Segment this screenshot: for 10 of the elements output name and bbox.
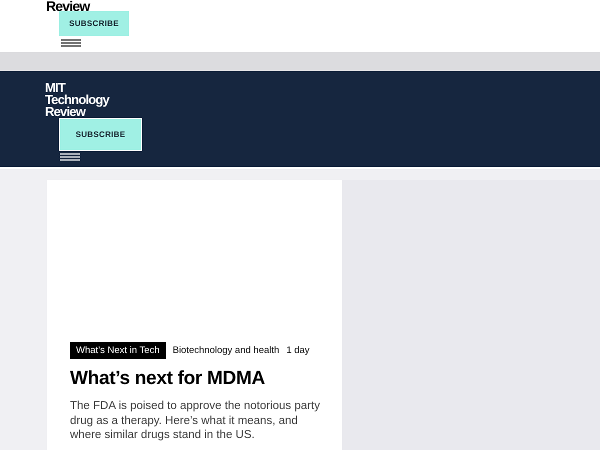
article-age: 1 day <box>286 345 310 356</box>
logo[interactable]: Review <box>46 0 90 13</box>
article-summary: The FDA is poised to approve the notorious party drug as a therapy. Here’s what it means, and where similar drugs stand in the US. <box>70 399 320 442</box>
logo[interactable]: MIT Technology Review <box>45 82 109 118</box>
subscribe-button[interactable]: SUBSCRIBE <box>59 118 142 151</box>
article-title[interactable]: What’s next for MDMA <box>70 368 342 390</box>
menu-icon[interactable] <box>61 39 81 47</box>
topic-link[interactable]: Biotechnology and health <box>172 345 280 356</box>
subscribe-button[interactable]: SUBSCRIBE <box>59 11 129 36</box>
series-tag[interactable]: What’s Next in Tech <box>70 342 166 359</box>
